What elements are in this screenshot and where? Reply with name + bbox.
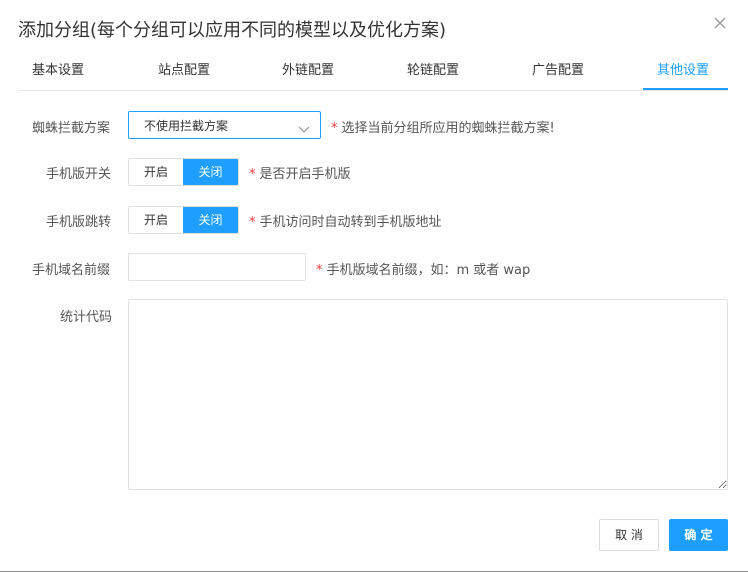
active-tab-indicator xyxy=(643,88,728,90)
stats-code-label: 统计代码 xyxy=(60,310,113,325)
mobile-switch-label: 手机版开关 xyxy=(46,167,112,182)
add-group-dialog: 添加分组(每个分组可以应用不同的模型以及优化方案) 基本设置 站点配置 外链配置… xyxy=(0,0,748,572)
close-icon[interactable] xyxy=(711,14,729,32)
required-mark: * xyxy=(331,121,338,136)
mobile-switch-on-option[interactable]: 开启 xyxy=(129,159,184,185)
spider-scheme-label: 蜘蛛拦截方案 xyxy=(32,121,111,136)
spider-scheme-select[interactable]: 不使用拦截方案 xyxy=(128,111,321,139)
tab-other-settings[interactable]: 其他设置 xyxy=(657,60,709,90)
mobile-switch-hint: * 是否开启手机版 xyxy=(249,167,351,182)
tab-site-config[interactable]: 站点配置 xyxy=(158,60,210,90)
cancel-button[interactable]: 取 消 xyxy=(599,519,659,551)
tab-ad-config[interactable]: 广告配置 xyxy=(532,60,584,90)
spider-scheme-selected: 不使用拦截方案 xyxy=(144,119,229,133)
mobile-redirect-toggle: 开启 关闭 xyxy=(128,206,239,234)
tab-external-links[interactable]: 外链配置 xyxy=(282,60,334,90)
mobile-redirect-off-option[interactable]: 关闭 xyxy=(183,207,238,233)
dialog-title: 添加分组(每个分组可以应用不同的模型以及优化方案) xyxy=(18,20,447,41)
mobile-prefix-hint: * 手机版域名前缀，如：m 或者 wap xyxy=(316,263,531,278)
tab-rotating-links[interactable]: 轮链配置 xyxy=(407,60,459,90)
tab-bar: 基本设置 站点配置 外链配置 轮链配置 广告配置 其他设置 xyxy=(18,60,728,91)
mobile-redirect-hint: * 手机访问时自动转到手机版地址 xyxy=(249,215,442,230)
required-mark: * xyxy=(249,167,256,182)
required-mark: * xyxy=(316,263,323,278)
chevron-down-icon xyxy=(298,120,310,133)
mobile-prefix-input[interactable] xyxy=(128,253,306,281)
required-mark: * xyxy=(249,215,256,230)
stats-code-textarea[interactable] xyxy=(128,299,728,490)
spider-scheme-hint: * 选择当前分组所应用的蜘蛛拦截方案! xyxy=(331,121,555,136)
mobile-redirect-on-option[interactable]: 开启 xyxy=(129,207,184,233)
mobile-switch-toggle: 开启 关闭 xyxy=(128,158,239,186)
mobile-switch-off-option[interactable]: 关闭 xyxy=(183,159,238,185)
tab-basic-settings[interactable]: 基本设置 xyxy=(32,60,84,90)
mobile-redirect-label: 手机版跳转 xyxy=(46,215,112,230)
mobile-prefix-label: 手机域名前缀 xyxy=(32,263,111,278)
confirm-button[interactable]: 确 定 xyxy=(669,519,728,551)
